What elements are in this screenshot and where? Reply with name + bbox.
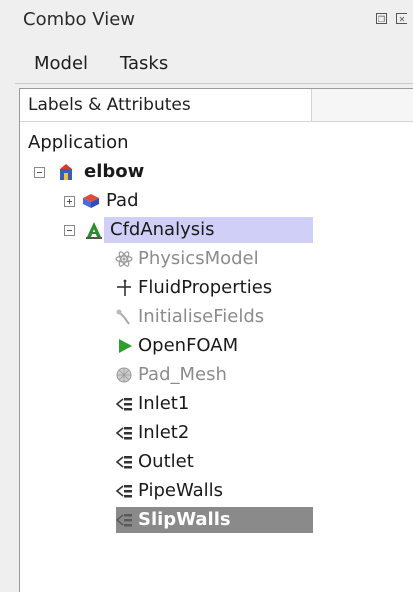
tree-item-mesh[interactable]: Pad_Mesh [20,362,413,388]
tree-root-row: Application [20,130,413,156]
tree-item-inlet1[interactable]: Inlet1 [20,391,413,417]
model-tree[interactable]: Labels & Attributes Application elbow Pa… [19,88,413,592]
boundary-icon [115,485,132,498]
play-icon [119,339,132,353]
fluid-properties-icon [117,279,131,296]
tree-item-solver[interactable]: OpenFOAM [20,333,413,359]
tree-header-empty [312,89,413,121]
tree-item-physics[interactable]: PhysicsModel [20,246,413,272]
outlet-label: Outlet [138,451,194,472]
initialise-fields-icon [116,309,130,325]
tree-item-pad[interactable]: Pad [20,188,413,214]
dock-title-bar: Combo View ❐ ✕ [0,0,413,38]
collapse-icon[interactable] [34,167,45,178]
physics-label: PhysicsModel [138,248,259,269]
tree-item-pipewalls[interactable]: PipeWalls [20,478,413,504]
init-label: InitialiseFields [138,306,265,327]
tree-root-label: Application [28,132,129,153]
tree-item-init[interactable]: InitialiseFields [20,304,413,330]
pad-label: Pad [106,190,139,211]
tab-tasks[interactable]: Tasks [120,44,168,84]
boundary-icon [115,427,132,440]
tree-item-document[interactable]: elbow [20,159,413,185]
pipewalls-label: PipeWalls [138,480,224,501]
slipwalls-label: SlipWalls [138,509,231,530]
collapse-icon[interactable] [64,225,75,236]
tree-header-labels[interactable]: Labels & Attributes [20,89,312,121]
atom-icon [115,251,133,267]
boundary-icon [115,398,132,411]
mesh-icon [116,367,132,383]
inlet2-label: Inlet2 [138,422,190,443]
expand-icon[interactable] [64,196,75,207]
boundary-icon [115,456,132,469]
tree-item-slipwalls[interactable]: SlipWalls [20,507,413,533]
tree-item-inlet2[interactable]: Inlet2 [20,420,413,446]
boundary-icon [115,514,132,527]
fluid-label: FluidProperties [138,277,273,298]
solver-label: OpenFOAM [138,335,239,356]
tree-item-analysis[interactable]: CfdAnalysis [20,217,413,243]
tab-bar: Model Tasks [0,44,413,84]
inlet1-label: Inlet1 [138,393,190,414]
tree-header: Labels & Attributes [20,89,413,122]
tree-item-outlet[interactable]: Outlet [20,449,413,475]
document-label: elbow [84,161,145,182]
tab-divider [15,83,413,84]
tab-model[interactable]: Model [26,44,97,84]
tree-item-fluid[interactable]: FluidProperties [20,275,413,301]
cfd-analysis-icon [86,222,102,239]
close-dock-button[interactable]: ✕ [396,13,407,24]
float-dock-button[interactable]: ❐ [376,13,387,24]
document-icon [60,164,72,180]
pad-icon [83,194,99,208]
dock-title: Combo View [23,9,135,30]
analysis-label: CfdAnalysis [110,219,215,240]
mesh-label: Pad_Mesh [138,364,227,385]
